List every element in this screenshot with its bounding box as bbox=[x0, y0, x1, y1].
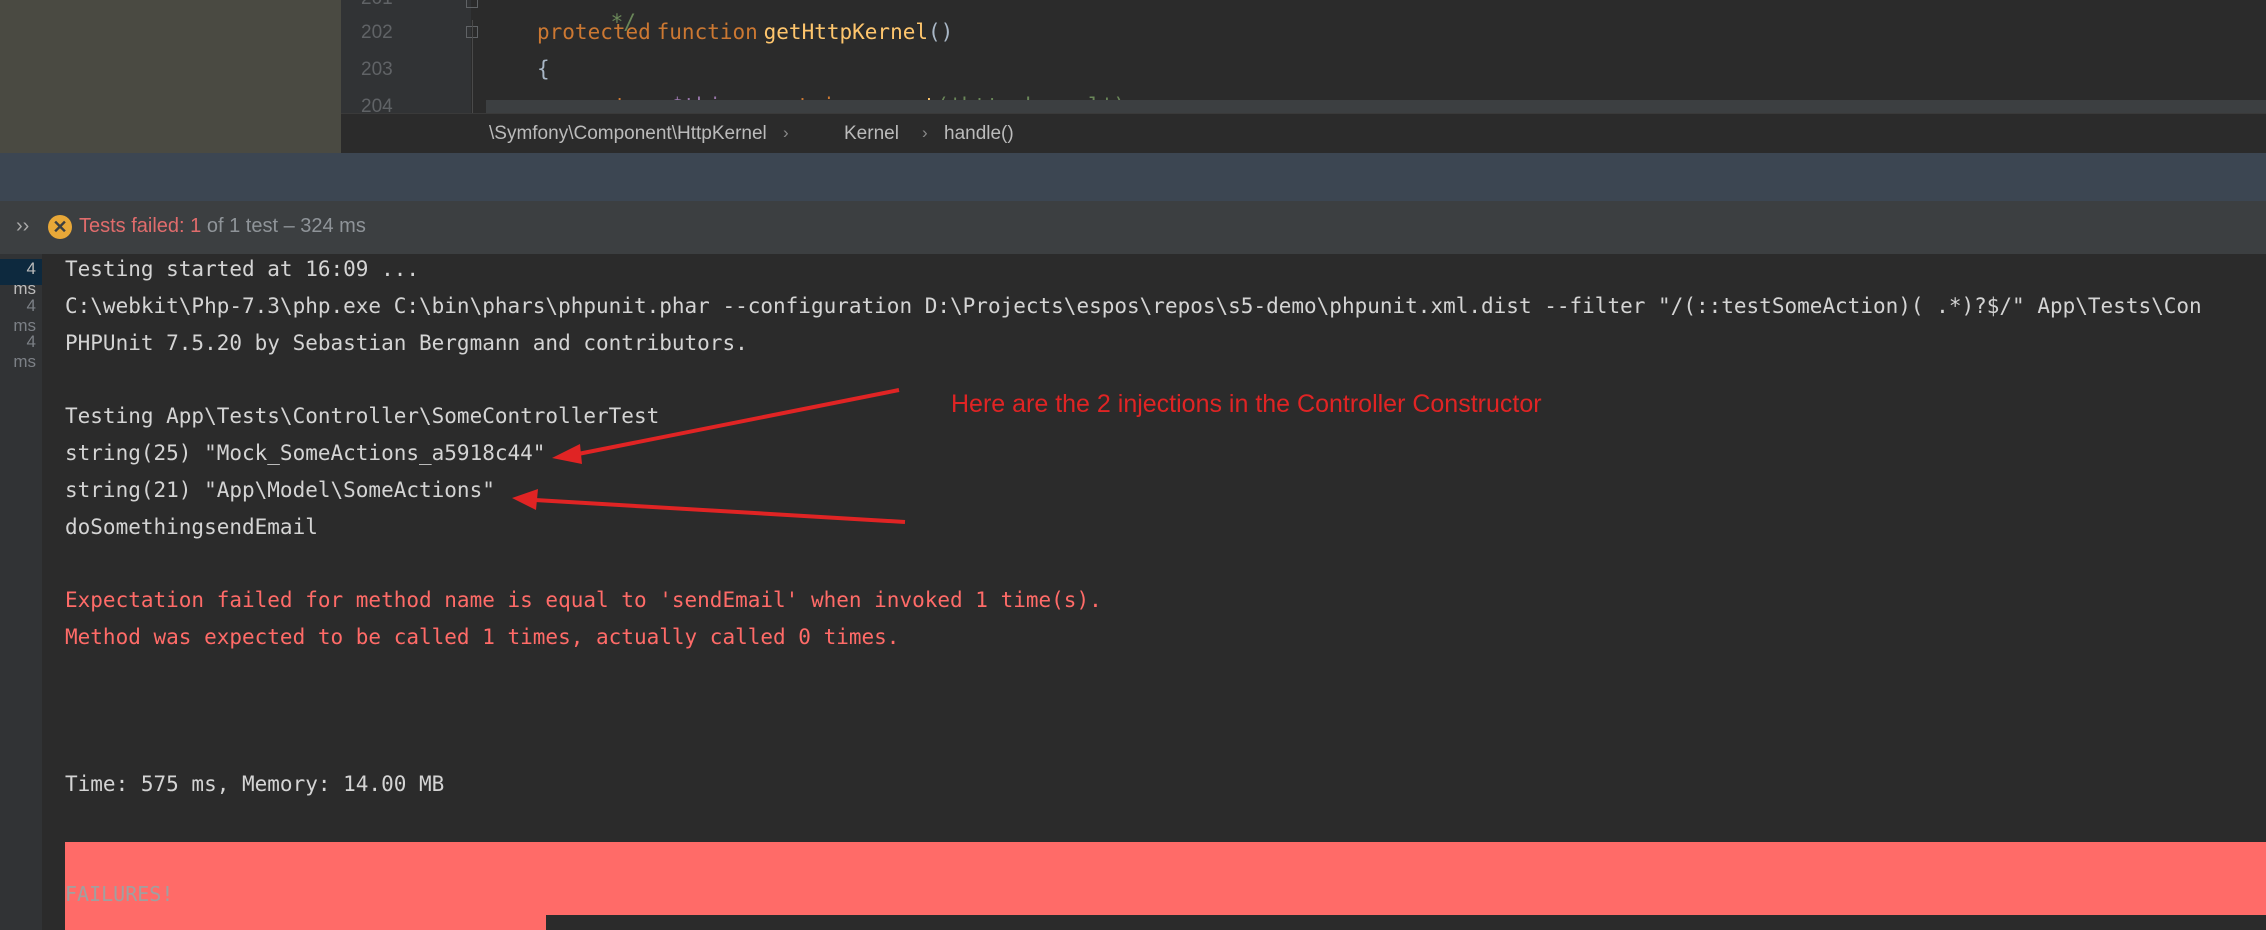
failures-label: FAILURES! bbox=[65, 882, 174, 906]
error-line: Expectation failed for method name is eq… bbox=[65, 588, 1102, 612]
test-timing[interactable]: 4 ms bbox=[0, 259, 42, 298]
run-tool-window-header bbox=[0, 153, 2266, 201]
fold-marker-icon[interactable] bbox=[466, 0, 478, 8]
keyword: function bbox=[656, 20, 758, 44]
console-line: string(25) "Mock_SomeActions_a5918c44" bbox=[65, 441, 546, 465]
line-number: 203 bbox=[361, 59, 393, 80]
console-line: Testing App\Tests\Controller\SomeControl… bbox=[65, 404, 660, 428]
chevron-right-icon: › bbox=[783, 123, 789, 142]
test-timing[interactable]: 4 ms bbox=[0, 296, 42, 336]
chevron-right-icon: › bbox=[922, 123, 928, 142]
keyword: protected bbox=[537, 20, 651, 44]
expand-icon[interactable]: ›› bbox=[16, 215, 29, 238]
breadcrumb: \Symfony\Component\HttpKernel › Kernel ›… bbox=[341, 113, 2266, 154]
parens: () bbox=[928, 20, 954, 44]
annotation-text: Here are the 2 injections in the Control… bbox=[951, 390, 1542, 418]
console-line: Testing started at 16:09 ... bbox=[65, 257, 420, 281]
breadcrumb-class[interactable]: Kernel bbox=[844, 123, 899, 145]
console-line: string(21) "App\Model\SomeActions" bbox=[65, 478, 495, 502]
console-scroll-region bbox=[546, 915, 2266, 930]
line-number: 204 bbox=[361, 96, 393, 113]
code-editor[interactable]: 201 202 203 204 */ protected function ge… bbox=[341, 0, 2266, 113]
code-line-203: { bbox=[537, 57, 550, 81]
console-line: PHPUnit 7.5.20 by Sebastian Bergmann and… bbox=[65, 331, 748, 355]
project-panel bbox=[0, 0, 341, 153]
error-line: Method was expected to be called 1 times… bbox=[65, 625, 900, 649]
test-status-text: Tests failed: 1 of 1 test – 324 ms bbox=[79, 215, 366, 238]
console-output[interactable]: Testing started at 16:09 ... C:\webkit\P… bbox=[42, 254, 2266, 930]
fold-guide bbox=[472, 20, 473, 113]
line-number: 202 bbox=[361, 22, 393, 43]
breadcrumb-namespace[interactable]: \Symfony\Component\HttpKernel bbox=[489, 123, 767, 145]
tests-failed-label: Tests failed: 1 bbox=[79, 215, 202, 237]
editor-gutter: 201 202 203 204 bbox=[341, 0, 478, 113]
test-tree[interactable]: 4 ms 4 ms 4 ms bbox=[0, 254, 42, 930]
tests-summary-label: of 1 test – 324 ms bbox=[201, 215, 366, 237]
console-line: doSomethingsendEmail bbox=[65, 515, 318, 539]
error-icon: ✕ bbox=[48, 215, 72, 239]
line-number: 201 bbox=[361, 0, 431, 10]
breadcrumb-method[interactable]: handle() bbox=[944, 123, 1014, 145]
test-status-bar: ›› ✕ Tests failed: 1 of 1 test – 324 ms bbox=[0, 201, 2266, 255]
console-line: Time: 575 ms, Memory: 14.00 MB bbox=[65, 772, 445, 796]
code-line-202: protected function getHttpKernel() bbox=[537, 20, 953, 45]
test-timing[interactable]: 4 ms bbox=[0, 332, 42, 372]
horizontal-scrollbar[interactable] bbox=[486, 100, 2266, 113]
function-name: getHttpKernel bbox=[763, 20, 929, 44]
console-line: C:\webkit\Php-7.3\php.exe C:\bin\phars\p… bbox=[65, 294, 2202, 318]
